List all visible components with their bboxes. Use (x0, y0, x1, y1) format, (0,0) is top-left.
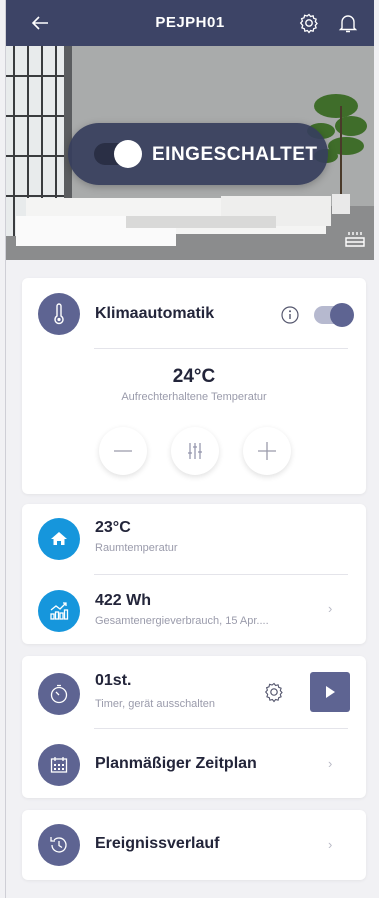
climate-card: Klimaautomatik 24°C Aufrechterhaltene Te… (22, 278, 366, 494)
timer-icon (50, 684, 68, 704)
bell-icon[interactable] (336, 11, 360, 35)
measurements-card: 23°C Raumtemperatur 422 Wh Gesamtenergie… (22, 504, 366, 644)
schedule-title: Planmäßiger Zeitplan (95, 755, 257, 772)
history-card[interactable]: Ereignissverlauf › (22, 810, 366, 880)
schedule-row[interactable]: Planmäßiger Zeitplan › (22, 729, 366, 798)
calendar-icon (50, 757, 68, 773)
thermometer-icon (54, 303, 64, 325)
divider (94, 348, 348, 349)
increase-button[interactable] (243, 427, 291, 475)
timer-badge (38, 673, 80, 715)
climate-toggle[interactable] (314, 303, 354, 327)
calendar-badge (38, 744, 80, 786)
home-badge (38, 518, 80, 560)
adjust-button[interactable] (171, 427, 219, 475)
target-temperature-label: Aufrechterhaltene Temperatur (121, 391, 267, 403)
minus-icon (114, 450, 132, 452)
sliders-icon (188, 443, 202, 459)
timer-card: 01st. Timer, gerät ausschalten Planmäßig… (22, 656, 366, 798)
top-bar: PEJPH01 (6, 0, 374, 46)
chevron-right-icon: › (328, 756, 333, 771)
room-temperature-label: Raumtemperatur (95, 542, 178, 554)
timer-label: Timer, gerät ausschalten (95, 698, 216, 710)
energy-label: Gesamtenergieverbrauch, 15 Apr.... (95, 615, 269, 627)
hero-image: EINGESCHALTET (6, 46, 374, 260)
timer-value: 01st. (95, 672, 132, 689)
energy-row[interactable]: 422 Wh Gesamtenergieverbrauch, 15 Apr...… (22, 575, 366, 644)
chevron-right-icon: › (328, 837, 333, 852)
timer-settings-gear-icon[interactable] (262, 680, 286, 704)
history-icon (50, 837, 67, 853)
climate-title: Klimaautomatik (95, 305, 215, 322)
power-status-label: EINGESCHALTET (152, 144, 318, 165)
home-icon (51, 532, 67, 545)
history-title: Ereignissverlauf (95, 835, 220, 852)
chart-icon (50, 602, 69, 620)
decrease-button[interactable] (99, 427, 147, 475)
gear-icon[interactable] (297, 11, 321, 35)
plus-icon (258, 442, 276, 460)
power-switch-knob (114, 140, 142, 168)
energy-value: 422 Wh (95, 592, 152, 609)
history-badge (38, 824, 80, 866)
power-toggle-pill[interactable]: EINGESCHALTET (68, 123, 328, 185)
climate-toggle-knob (330, 303, 354, 327)
room-temperature-value: 23°C (95, 519, 131, 536)
info-icon[interactable] (280, 305, 300, 325)
power-switch[interactable] (94, 140, 142, 168)
energy-badge (38, 590, 80, 632)
start-timer-button[interactable] (310, 672, 350, 712)
thermometer-badge (38, 293, 80, 335)
heater-icon (345, 232, 365, 247)
chevron-right-icon: › (328, 601, 333, 616)
play-icon (326, 686, 335, 698)
target-temperature: 24°C (172, 366, 216, 387)
